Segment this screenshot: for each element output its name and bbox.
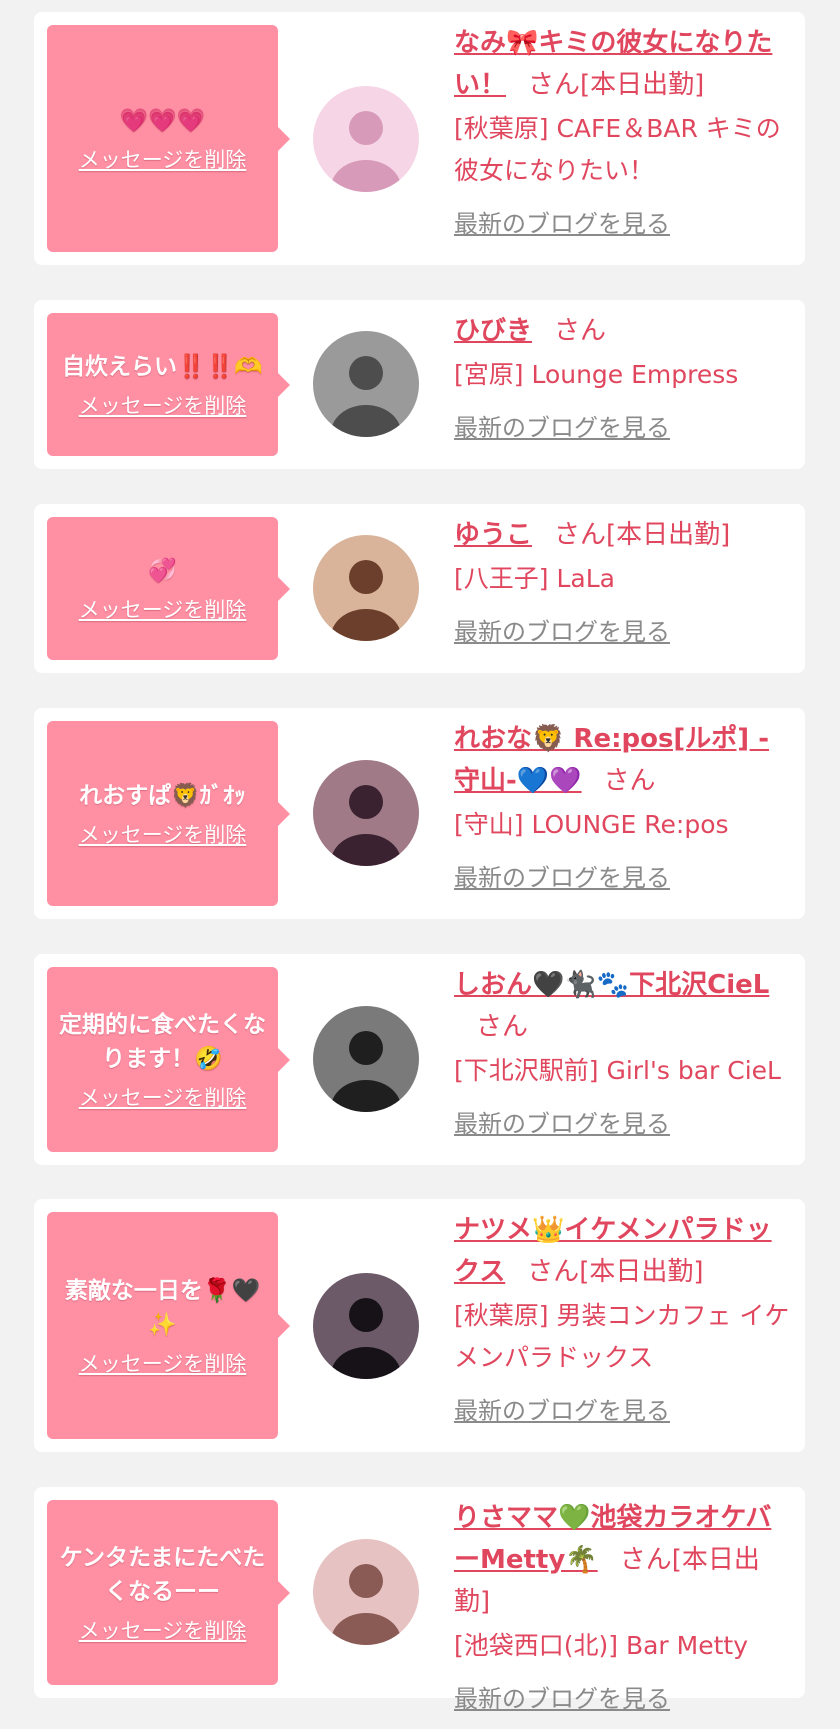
latest-blog-link[interactable]: 最新のブログを見る [454, 1104, 670, 1139]
latest-blog-link[interactable]: 最新のブログを見る [454, 408, 670, 443]
avatar-head [349, 356, 383, 390]
message-card: 自炊えらい‼️‼️🫶 メッセージを削除 ひびき さん [宮原] Lounge Em… [34, 300, 805, 469]
avatar-head [349, 785, 383, 819]
message-text: れおすぱ🦁ｶﾞｵｯ [79, 782, 246, 809]
message-bubble: 素敵な一日を🌹🖤✨ メッセージを削除 [47, 1212, 290, 1439]
san-label: さん [476, 1012, 529, 1042]
avatar[interactable] [313, 86, 419, 192]
status-badge: [本日出勤] [580, 70, 705, 100]
host-name-line: ゆうこ さん[本日出勤] [454, 514, 793, 556]
san-label: さん [527, 1257, 580, 1287]
avatar-image [313, 760, 419, 866]
host-name-link[interactable]: しおん🖤🐈‍⬛🐾下北沢CieL [454, 970, 769, 1000]
avatar[interactable] [313, 1539, 419, 1645]
avatar-head [349, 560, 383, 594]
shop-name: [秋葉原] 男装コンカフェ イケメンパラドックス [454, 1301, 790, 1372]
shop-name: [秋葉原] CAFE＆BAR キミの彼女になりたい！ [454, 114, 781, 185]
avatar[interactable] [313, 1273, 419, 1379]
avatar-image [313, 1006, 419, 1112]
message-card: ケンタたまにたべたくなるーー メッセージを削除 りさママ💚池袋カラオケバーMet… [34, 1487, 805, 1713]
host-info: なみ🎀キミの彼女になりたい！ さん[本日出勤] [秋葉原] CAFE＆BAR キミ… [454, 22, 793, 239]
delete-message-link[interactable]: メッセージを削除 [79, 1348, 247, 1378]
status-badge: [本日出勤] [579, 1257, 704, 1287]
shop-name: [八王子] LaLa [454, 564, 615, 593]
avatar-image [313, 1273, 419, 1379]
message-card: 定期的に食べたくなります！🤣 メッセージを削除 しおん🖤🐈‍⬛🐾下北沢CieL さ… [34, 954, 805, 1165]
message-text: 💗💗💗 [119, 107, 206, 134]
san-label: さん [528, 70, 581, 100]
san-label: さん [554, 520, 607, 550]
avatar[interactable] [313, 1006, 419, 1112]
san-label: さん [619, 1545, 672, 1575]
avatar-head [349, 1031, 383, 1065]
host-name-link[interactable]: ひびき [454, 316, 532, 346]
san-label: さん [603, 766, 656, 796]
host-info: りさママ💚池袋カラオケバーMetty🌴 さん[本日出勤] [池袋西口(北)] Ba… [454, 1497, 793, 1714]
host-name-link[interactable]: ゆうこ [454, 520, 532, 550]
latest-blog-link[interactable]: 最新のブログを見る [454, 1679, 670, 1714]
message-bubble: 定期的に食べたくなります！🤣 メッセージを削除 [47, 967, 290, 1152]
message-card: れおすぱ🦁ｶﾞｵｯ メッセージを削除 れおな🦁 Re:pos[ルポ] -守山-💙… [34, 708, 805, 919]
host-name-line: ひびき さん [454, 310, 793, 352]
host-name-line: りさママ💚池袋カラオケバーMetty🌴 さん[本日出勤] [454, 1497, 793, 1623]
delete-message-link[interactable]: メッセージを削除 [79, 1615, 247, 1645]
delete-message-link[interactable]: メッセージを削除 [79, 144, 247, 174]
message-text: 定期的に食べたくなります！🤣 [59, 1011, 266, 1072]
host-info: しおん🖤🐈‍⬛🐾下北沢CieL さん [下北沢駅前] Girl's bar Cie… [454, 964, 793, 1139]
avatar-image [313, 86, 419, 192]
host-info: ナツメ👑イケメンパラドックス さん[本日出勤] [秋葉原] 男装コンカフェ イケメ… [454, 1209, 793, 1426]
message-text: 💞 [148, 557, 177, 584]
avatar-image [313, 535, 419, 641]
delete-message-link[interactable]: メッセージを削除 [79, 819, 247, 849]
host-name-line: しおん🖤🐈‍⬛🐾下北沢CieL さん [454, 964, 793, 1048]
avatar[interactable] [313, 535, 419, 641]
message-bubble: 💞 メッセージを削除 [47, 517, 290, 660]
message-text: 自炊えらい‼️‼️🫶 [62, 353, 263, 380]
avatar-image [313, 1539, 419, 1645]
latest-blog-link[interactable]: 最新のブログを見る [454, 204, 670, 239]
avatar[interactable] [313, 760, 419, 866]
message-bubble: ケンタたまにたべたくなるーー メッセージを削除 [47, 1500, 290, 1685]
avatar[interactable] [313, 331, 419, 437]
host-name-line: ナツメ👑イケメンパラドックス さん[本日出勤] [454, 1209, 793, 1293]
message-bubble: 💗💗💗 メッセージを削除 [47, 25, 290, 252]
delete-message-link[interactable]: メッセージを削除 [79, 1082, 247, 1112]
message-bubble: れおすぱ🦁ｶﾞｵｯ メッセージを削除 [47, 721, 290, 906]
host-info: れおな🦁 Re:pos[ルポ] -守山-💙💜 さん [守山] LOUNGE Re:… [454, 718, 793, 893]
delete-message-link[interactable]: メッセージを削除 [79, 594, 247, 624]
message-text: ケンタたまにたべたくなるーー [59, 1544, 266, 1605]
avatar-head [349, 1298, 383, 1332]
message-text: 素敵な一日を🌹🖤✨ [64, 1277, 261, 1338]
message-bubble: 自炊えらい‼️‼️🫶 メッセージを削除 [47, 313, 290, 456]
shop-name: [下北沢駅前] Girl's bar CieL [454, 1056, 781, 1085]
host-name-line: れおな🦁 Re:pos[ルポ] -守山-💙💜 さん [454, 718, 793, 802]
host-name-line: なみ🎀キミの彼女になりたい！ さん[本日出勤] [454, 22, 793, 106]
shop-name: [宮原] Lounge Empress [454, 360, 739, 389]
message-card: 素敵な一日を🌹🖤✨ メッセージを削除 ナツメ👑イケメンパラドックス さん[本日出勤… [34, 1199, 805, 1452]
delete-message-link[interactable]: メッセージを削除 [79, 390, 247, 420]
message-card: 💞 メッセージを削除 ゆうこ さん[本日出勤] [八王子] LaLa 最新のブログ… [34, 504, 805, 673]
status-badge: [本日出勤] [606, 520, 731, 550]
host-info: ひびき さん [宮原] Lounge Empress 最新のブログを見る [454, 310, 793, 443]
avatar-image [313, 331, 419, 437]
host-info: ゆうこ さん[本日出勤] [八王子] LaLa 最新のブログを見る [454, 514, 793, 647]
avatar-head [349, 1564, 383, 1598]
san-label: さん [554, 316, 607, 346]
message-card: 💗💗💗 メッセージを削除 なみ🎀キミの彼女になりたい！ さん[本日出勤] [秋葉原… [34, 12, 805, 265]
avatar-head [349, 111, 383, 145]
latest-blog-link[interactable]: 最新のブログを見る [454, 1391, 670, 1426]
message-list: 💗💗💗 メッセージを削除 なみ🎀キミの彼女になりたい！ さん[本日出勤] [秋葉原… [0, 0, 840, 1729]
shop-name: [守山] LOUNGE Re:pos [454, 810, 729, 839]
latest-blog-link[interactable]: 最新のブログを見る [454, 858, 670, 893]
shop-name: [池袋西口(北)] Bar Metty [454, 1631, 749, 1660]
latest-blog-link[interactable]: 最新のブログを見る [454, 612, 670, 647]
